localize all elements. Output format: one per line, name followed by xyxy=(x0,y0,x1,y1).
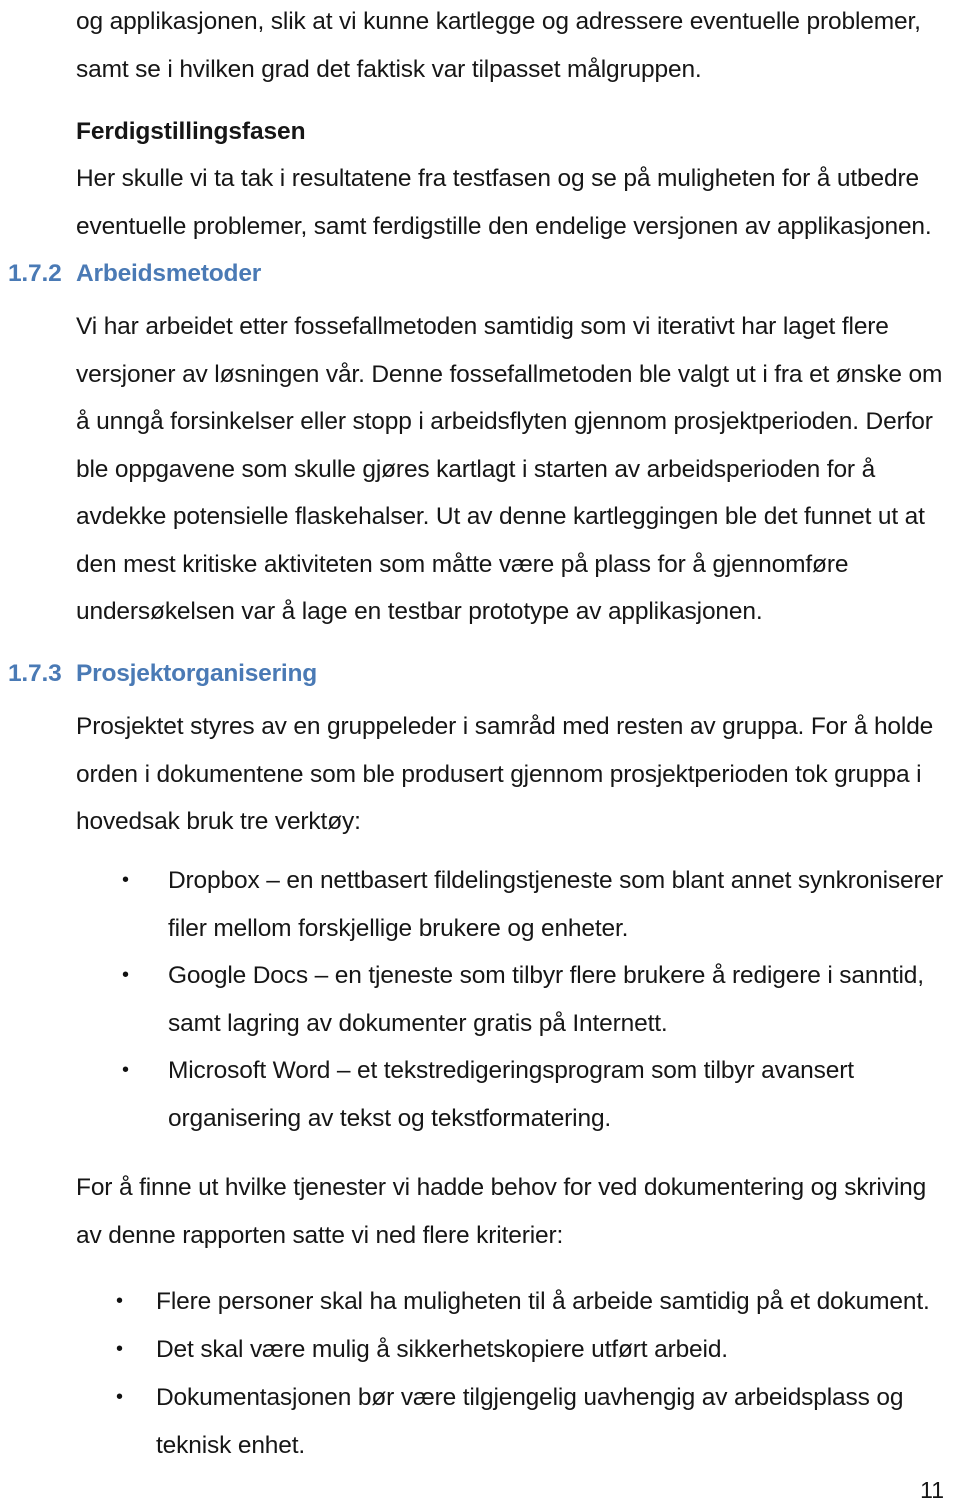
heading-1-7-2-title: Arbeidsmetoder xyxy=(76,260,262,287)
list-item: • Microsoft Word – et tekstredigeringspr… xyxy=(122,1047,944,1142)
bullet-icon: • xyxy=(116,1290,123,1312)
arbeidsmetoder-paragraph: Vi har arbeidet etter fossefallmetoden s… xyxy=(76,313,943,625)
subheading-ferdigstillingsfasen: Ferdigstillingsfasen xyxy=(76,118,306,145)
list-item-label: Flere personer skal ha muligheten til å … xyxy=(156,1288,930,1315)
list-item: • Google Docs – en tjeneste som tilbyr f… xyxy=(122,952,944,1047)
list-item-label: Det skal være mulig å sikkerhetskopiere … xyxy=(156,1336,728,1363)
list-item-label: Microsoft Word – et tekstredigeringsprog… xyxy=(168,1057,854,1132)
bullet-icon: • xyxy=(122,869,129,891)
bullet-icon: • xyxy=(122,1059,129,1081)
list-item-label: Dropbox – en nettbasert fildelingstjenes… xyxy=(168,867,944,942)
page-number: 11 xyxy=(920,1477,944,1503)
document-page: og applikasjonen, slik at vi kunne kartl… xyxy=(0,0,960,1510)
heading-1-7-3-title: Prosjektorganisering xyxy=(76,660,318,687)
list-item: • Flere personer skal ha muligheten til … xyxy=(116,1278,944,1326)
heading-1-7-3-number: 1.7.3 xyxy=(8,660,62,687)
list-item-label: Dokumentasjonen bør være tilgjengelig ua… xyxy=(156,1384,904,1459)
criteria-intro-paragraph: For å finne ut hvilke tjenester vi hadde… xyxy=(76,1174,927,1249)
prosjektorganisering-paragraph: Prosjektet styres av en gruppeleder i sa… xyxy=(76,713,934,835)
heading-1-7-3: 1.7.3 Prosjektorganisering xyxy=(8,657,944,691)
list-item: • Det skal være mulig å sikkerhetskopier… xyxy=(116,1326,944,1374)
bullet-icon: • xyxy=(116,1386,123,1408)
heading-1-7-2: 1.7.2 Arbeidsmetoder xyxy=(8,257,944,291)
list-item-label: Google Docs – en tjeneste som tilbyr fle… xyxy=(168,962,924,1037)
ferdigstillingsfasen-paragraph: Her skulle vi ta tak i resultatene fra t… xyxy=(76,165,932,240)
continued-paragraph: og applikasjonen, slik at vi kunne kartl… xyxy=(76,8,921,83)
bullet-icon: • xyxy=(122,964,129,986)
bullet-icon: • xyxy=(116,1338,123,1360)
list-item: • Dropbox – en nettbasert fildelingstjen… xyxy=(122,857,944,952)
list-item: • Dokumentasjonen bør være tilgjengelig … xyxy=(116,1374,944,1469)
heading-1-7-2-number: 1.7.2 xyxy=(8,260,62,287)
